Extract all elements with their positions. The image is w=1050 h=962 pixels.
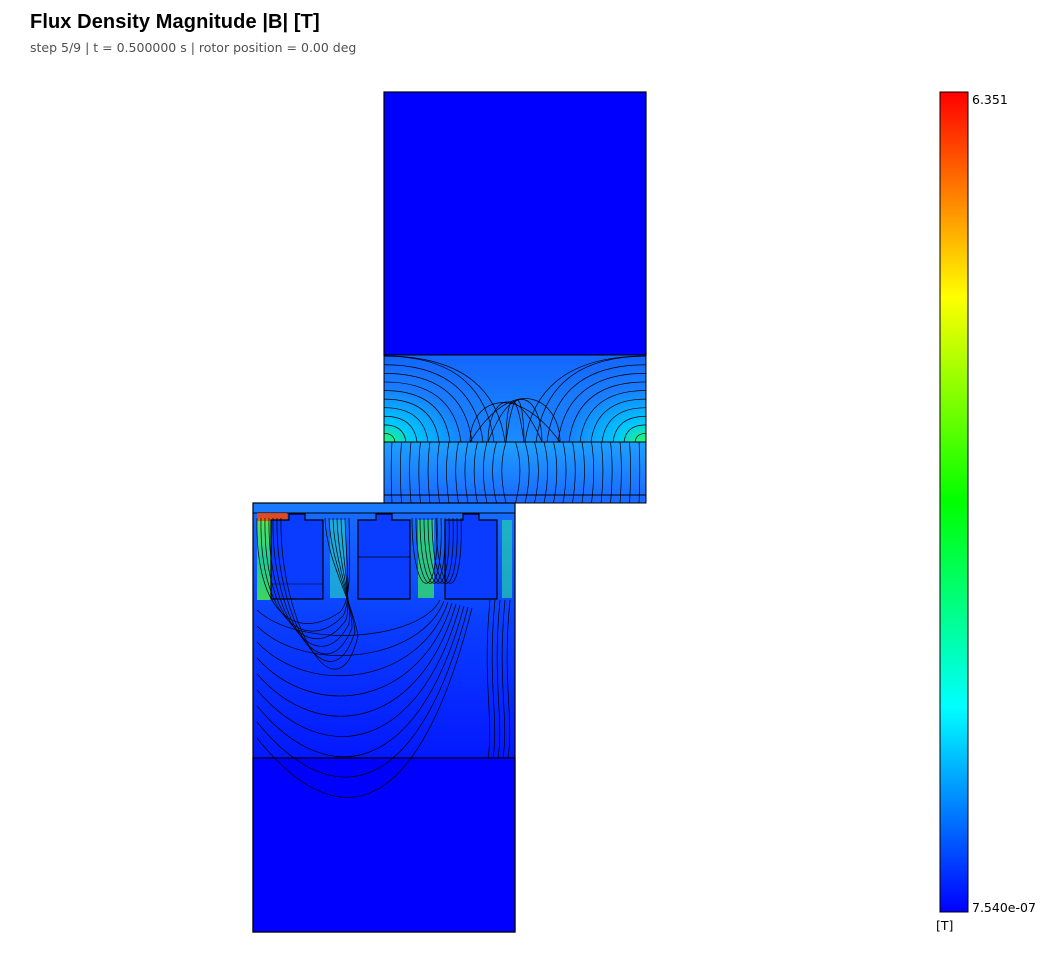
colorbar-max-label: 6.351 xyxy=(972,92,1008,107)
lower-iron-region xyxy=(252,757,516,933)
field-plot xyxy=(252,91,969,933)
upper-airgap-region xyxy=(383,441,647,504)
colorbar-unit-label: [T] xyxy=(936,918,954,933)
stator-slots xyxy=(270,513,498,600)
upper-iron-region xyxy=(383,91,647,356)
colorbar xyxy=(939,91,969,913)
slot-2 xyxy=(357,513,411,600)
slot-3 xyxy=(444,513,498,600)
colorbar-min-label: 7.540e-07 xyxy=(972,900,1036,915)
